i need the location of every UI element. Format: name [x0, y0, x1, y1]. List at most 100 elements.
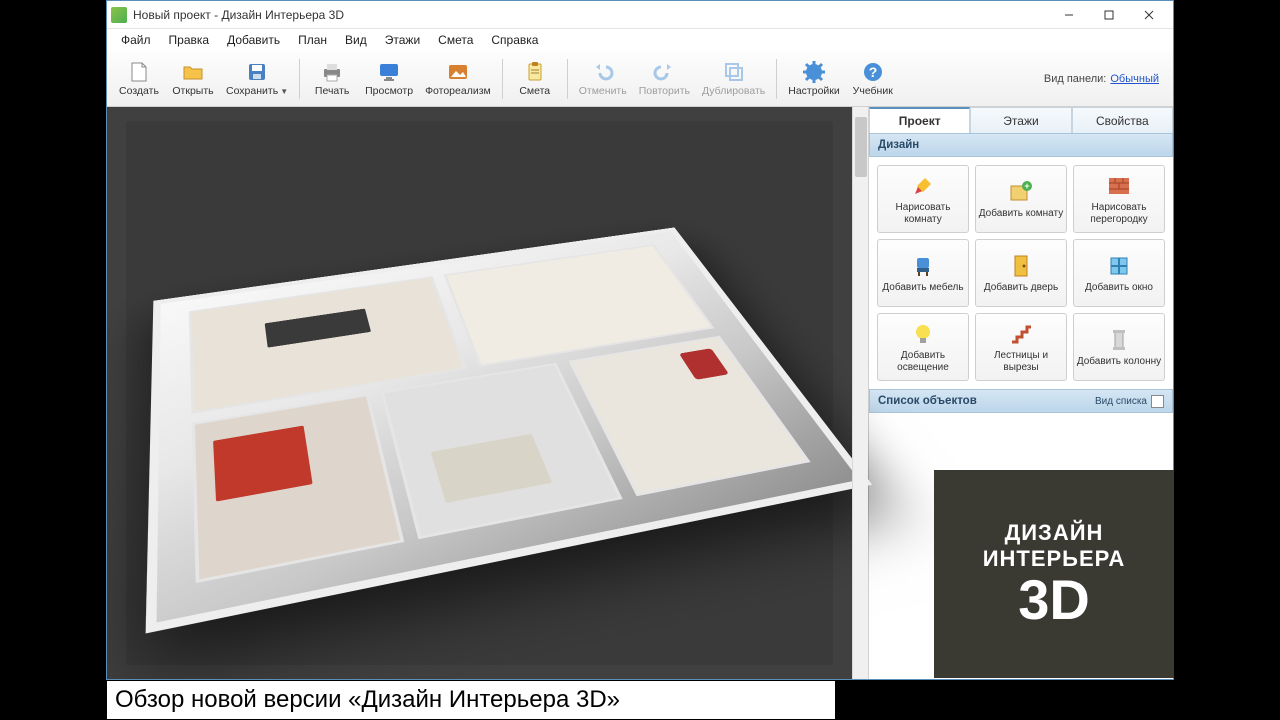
card-label: Добавить мебель	[882, 282, 963, 294]
brush-icon	[910, 173, 936, 199]
card-add-column[interactable]: Добавить колонну	[1073, 313, 1165, 381]
toolbar-separator	[299, 59, 300, 99]
door-icon	[1008, 253, 1034, 279]
save-icon	[245, 60, 269, 84]
duplicate-label: Дублировать	[702, 85, 765, 97]
card-add-room[interactable]: + Добавить комнату	[975, 165, 1067, 233]
card-label: Лестницы и вырезы	[978, 350, 1064, 373]
room-add-icon: +	[1008, 179, 1034, 205]
estimate-button[interactable]: Смета	[509, 55, 561, 103]
tab-floors[interactable]: Этажи	[970, 107, 1071, 133]
tab-properties[interactable]: Свойства	[1072, 107, 1173, 133]
card-label: Добавить освещение	[880, 350, 966, 373]
folder-icon	[181, 60, 205, 84]
preview-button[interactable]: Просмотр	[360, 55, 418, 103]
wall-icon	[1106, 173, 1132, 199]
minimize-icon	[1064, 10, 1074, 20]
redo-button[interactable]: Повторить	[634, 55, 695, 103]
scroll-thumb[interactable]	[855, 117, 867, 177]
video-caption: Обзор новой версии «Дизайн Интерьера 3D»	[106, 680, 836, 720]
menu-view[interactable]: Вид	[337, 31, 375, 49]
undo-icon	[591, 60, 615, 84]
panel-mode: Вид панели: Обычный	[1044, 73, 1167, 85]
design-section-header: Дизайн	[869, 133, 1173, 157]
object-list-header: Список объектов Вид списка	[869, 389, 1173, 413]
help-icon: ?	[861, 60, 885, 84]
monitor-icon	[377, 60, 401, 84]
help-button[interactable]: ? Учебник	[847, 55, 899, 103]
undo-button[interactable]: Отменить	[574, 55, 632, 103]
card-label: Добавить окно	[1085, 282, 1153, 294]
window-icon	[1106, 253, 1132, 279]
side-tabs: Проект Этажи Свойства	[869, 107, 1173, 133]
vertical-scrollbar[interactable]	[852, 107, 868, 679]
card-draw-wall[interactable]: Нарисовать перегородку	[1073, 165, 1165, 233]
gear-icon	[802, 60, 826, 84]
floorplan-render	[126, 121, 834, 664]
card-label: Добавить колонну	[1077, 356, 1161, 368]
list-view-label: Вид списка	[1095, 396, 1147, 407]
svg-text:+: +	[1024, 181, 1029, 191]
open-label: Открыть	[172, 85, 213, 97]
photorealism-label: Фотореализм	[425, 85, 491, 97]
menu-edit[interactable]: Правка	[161, 31, 218, 49]
chair-icon	[910, 253, 936, 279]
maximize-button[interactable]	[1089, 3, 1129, 27]
bulb-icon	[910, 321, 936, 347]
menu-help[interactable]: Справка	[483, 31, 546, 49]
menu-floors[interactable]: Этажи	[377, 31, 428, 49]
card-label: Добавить комнату	[979, 208, 1063, 220]
clipboard-icon	[523, 60, 547, 84]
estimate-label: Смета	[519, 85, 550, 97]
save-button[interactable]: Сохранить▼	[221, 55, 293, 103]
print-label: Печать	[315, 85, 349, 97]
settings-label: Настройки	[788, 85, 840, 97]
list-view-toggle[interactable]	[1151, 395, 1164, 408]
minimize-button[interactable]	[1049, 3, 1089, 27]
card-stairs[interactable]: Лестницы и вырезы	[975, 313, 1067, 381]
menu-plan[interactable]: План	[290, 31, 335, 49]
toolbar-separator	[502, 59, 503, 99]
toolbar: Создать Открыть Сохранить▼ Печать Просмо…	[107, 51, 1173, 107]
column-icon	[1106, 327, 1132, 353]
card-label: Нарисовать комнату	[880, 202, 966, 225]
card-add-lighting[interactable]: Добавить освещение	[877, 313, 969, 381]
object-list-title: Список объектов	[878, 395, 977, 407]
card-label: Нарисовать перегородку	[1076, 202, 1162, 225]
redo-icon	[652, 60, 676, 84]
close-icon	[1144, 10, 1154, 20]
window-controls	[1049, 3, 1169, 27]
print-button[interactable]: Печать	[306, 55, 358, 103]
logo-line1: ДИЗАЙН	[1005, 520, 1104, 546]
panel-mode-link[interactable]: Обычный	[1110, 73, 1159, 85]
create-label: Создать	[119, 85, 159, 97]
menu-estimate[interactable]: Смета	[430, 31, 481, 49]
card-label: Добавить дверь	[984, 282, 1058, 294]
toolbar-separator	[776, 59, 777, 99]
photorealism-button[interactable]: Фотореализм	[420, 55, 496, 103]
card-add-furniture[interactable]: Добавить мебель	[877, 239, 969, 307]
menu-add[interactable]: Добавить	[219, 31, 288, 49]
create-button[interactable]: Создать	[113, 55, 165, 103]
window-title: Новый проект - Дизайн Интерьера 3D	[133, 8, 1049, 22]
render-icon	[446, 60, 470, 84]
tab-project[interactable]: Проект	[869, 107, 970, 133]
maximize-icon	[1104, 10, 1114, 20]
app-icon	[111, 7, 127, 23]
card-add-window[interactable]: Добавить окно	[1073, 239, 1165, 307]
redo-label: Повторить	[639, 85, 690, 97]
logo-line3: 3D	[1018, 572, 1090, 628]
card-draw-room[interactable]: Нарисовать комнату	[877, 165, 969, 233]
design-grid: Нарисовать комнату + Добавить комнату На…	[869, 157, 1173, 389]
card-add-door[interactable]: Добавить дверь	[975, 239, 1067, 307]
open-button[interactable]: Открыть	[167, 55, 219, 103]
menu-file[interactable]: Файл	[113, 31, 159, 49]
stairs-icon	[1008, 321, 1034, 347]
undo-label: Отменить	[579, 85, 627, 97]
panel-mode-label: Вид панели:	[1044, 73, 1106, 85]
settings-button[interactable]: Настройки	[783, 55, 845, 103]
menubar: Файл Правка Добавить План Вид Этажи Смет…	[107, 29, 1173, 51]
3d-viewport[interactable]	[107, 107, 852, 679]
close-button[interactable]	[1129, 3, 1169, 27]
duplicate-button[interactable]: Дублировать	[697, 55, 770, 103]
